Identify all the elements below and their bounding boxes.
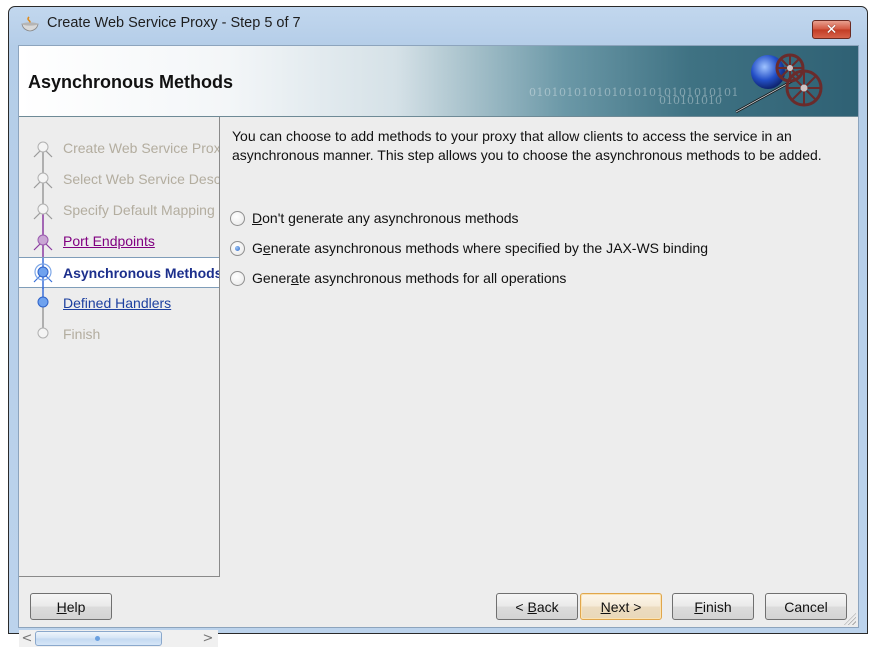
radio-async-per-binding[interactable]: Generate asynchronous methods where spec… bbox=[230, 237, 708, 259]
step-node-enabled-icon bbox=[37, 288, 49, 319]
step-select-web-service-description: Select Web Service Description bbox=[19, 164, 219, 195]
step-port-endpoints[interactable]: Port Endpoints bbox=[19, 226, 219, 257]
dialog-window: Create Web Service Proxy - Step 5 of 7 ✕… bbox=[8, 6, 868, 647]
step-content: You can choose to add methods to your pr… bbox=[230, 127, 832, 286]
next-button[interactable]: Next > bbox=[580, 593, 662, 620]
finish-button[interactable]: Finish bbox=[672, 593, 754, 620]
wizard-steps-panel: Create Web Service Proxy Select Web Serv… bbox=[19, 117, 220, 647]
scrollbar-thumb[interactable] bbox=[35, 631, 162, 646]
window-title: Create Web Service Proxy - Step 5 of 7 bbox=[47, 15, 301, 31]
radio-button-selected[interactable] bbox=[230, 240, 245, 256]
step-node-icon bbox=[33, 195, 53, 226]
close-button[interactable]: ✕ bbox=[812, 20, 851, 39]
coffee-cup-icon bbox=[21, 16, 39, 32]
scroll-right-arrow-icon[interactable]: > bbox=[202, 630, 214, 647]
step-label: Create Web Service Proxy bbox=[63, 140, 219, 156]
back-button[interactable]: < Back bbox=[496, 593, 578, 620]
scroll-left-arrow-icon[interactable]: < bbox=[21, 630, 33, 647]
radio-no-async-methods[interactable]: Don't generate any asynchronous methods bbox=[230, 207, 519, 229]
radio-async-all-operations[interactable]: Generate asynchronous methods for all op… bbox=[230, 267, 566, 289]
page-title: Asynchronous Methods bbox=[28, 72, 234, 92]
step-defined-handlers[interactable]: Defined Handlers bbox=[19, 288, 219, 319]
step-label: Select Web Service Description bbox=[63, 171, 219, 187]
step-label: Specify Default Mapping Options bbox=[63, 202, 219, 218]
radio-button[interactable] bbox=[230, 210, 245, 226]
binary-decoration-2: 010101010 bbox=[659, 94, 722, 107]
step-specify-default-mapping: Specify Default Mapping Options bbox=[19, 195, 219, 226]
step-create-web-service-proxy: Create Web Service Proxy bbox=[19, 133, 219, 164]
step-label: Asynchronous Methods bbox=[63, 265, 219, 281]
dialog-client: Asynchronous Methods 0101010101010101010… bbox=[18, 45, 859, 647]
close-icon: ✕ bbox=[825, 21, 838, 38]
cancel-button[interactable]: Cancel bbox=[765, 593, 847, 620]
help-button[interactable]: Help bbox=[30, 593, 112, 620]
steps-horizontal-scrollbar[interactable]: < > bbox=[19, 630, 218, 647]
step-node-visited-icon bbox=[33, 226, 53, 257]
radio-button[interactable] bbox=[230, 270, 245, 286]
radio-label: Generate asynchronous methods where spec… bbox=[252, 240, 709, 256]
globe-gears-icon bbox=[735, 53, 823, 114]
step-node-current-icon bbox=[33, 258, 53, 289]
radio-label: Don't generate any asynchronous methods bbox=[252, 210, 519, 226]
step-finish: Finish bbox=[19, 319, 219, 350]
step-node-icon bbox=[37, 319, 49, 339]
step-description: You can choose to add methods to your pr… bbox=[232, 128, 822, 163]
step-node-icon bbox=[33, 164, 53, 195]
title-bar[interactable]: Create Web Service Proxy - Step 5 of 7 ✕ bbox=[9, 7, 867, 41]
step-label[interactable]: Defined Handlers bbox=[63, 295, 219, 311]
step-label[interactable]: Port Endpoints bbox=[63, 233, 219, 249]
step-asynchronous-methods: Asynchronous Methods bbox=[19, 257, 219, 289]
step-label: Finish bbox=[63, 326, 101, 342]
step-node-icon bbox=[33, 141, 53, 164]
radio-label: Generate asynchronous methods for all op… bbox=[252, 270, 567, 286]
wizard-header: Asynchronous Methods 0101010101010101010… bbox=[19, 46, 858, 117]
